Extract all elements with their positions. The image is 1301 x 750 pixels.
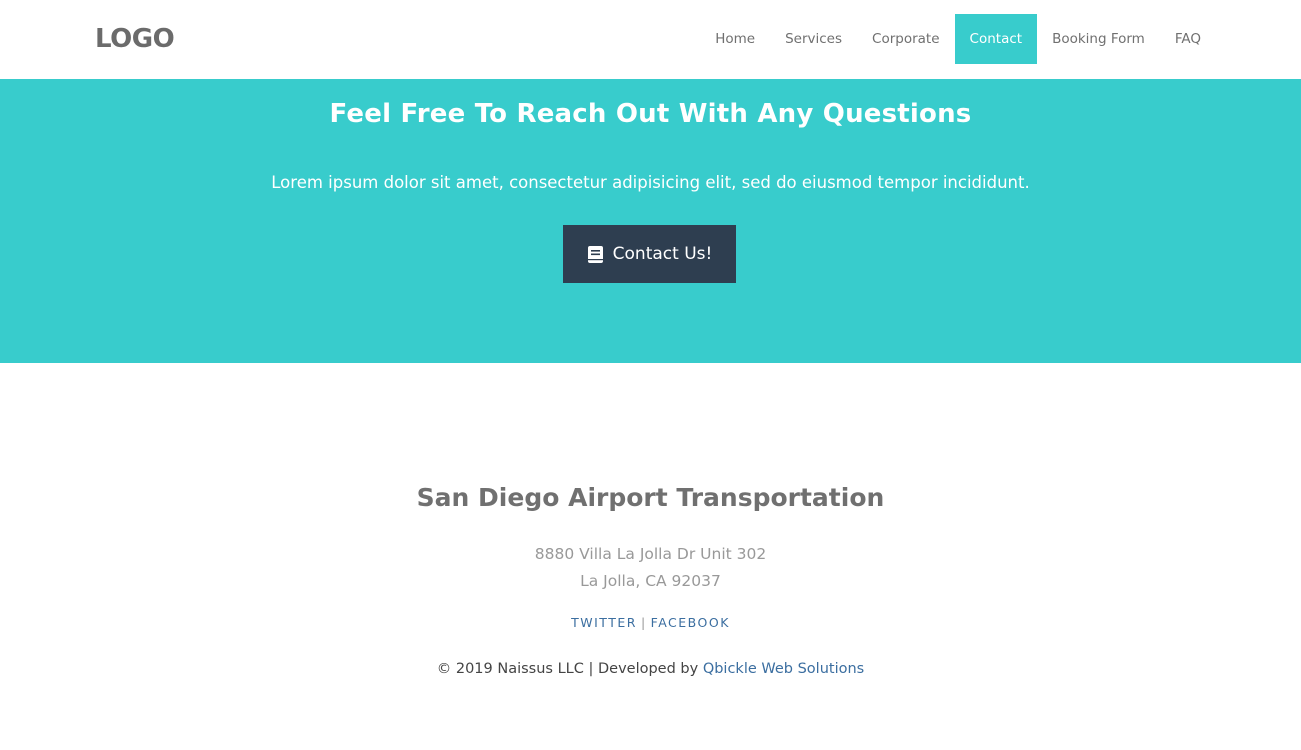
address-line2: La Jolla, CA 92037 bbox=[580, 572, 721, 590]
hero-text: Lorem ipsum dolor sit amet, consectetur … bbox=[271, 173, 1030, 192]
address-line1: 8880 Villa La Jolla Dr Unit 302 bbox=[534, 545, 767, 563]
nav-corporate[interactable]: Corporate bbox=[857, 14, 955, 64]
social-links: TWITTER | FACEBOOK bbox=[0, 615, 1301, 630]
nav-faq[interactable]: FAQ bbox=[1160, 14, 1216, 64]
company-name: San Diego Airport Transportation bbox=[416, 483, 885, 512]
nav-services[interactable]: Services bbox=[770, 14, 857, 64]
facebook-link[interactable]: FACEBOOK bbox=[651, 615, 730, 630]
copyright-text: © 2019 Naissus LLC | Developed by bbox=[436, 661, 703, 677]
developer-link[interactable]: Qbickle Web Solutions bbox=[703, 661, 864, 677]
nav-booking-form[interactable]: Booking Form bbox=[1037, 14, 1160, 64]
main-nav: Home Services Corporate Contact Booking … bbox=[700, 14, 1216, 64]
nav-contact[interactable]: Contact bbox=[954, 14, 1038, 64]
hero-title: Feel Free To Reach Out With Any Question… bbox=[329, 99, 972, 129]
nav-home[interactable]: Home bbox=[700, 14, 770, 64]
logo[interactable]: LOGO bbox=[95, 22, 175, 56]
contact-us-label: Contact Us! bbox=[612, 244, 713, 264]
hero-section: Feel Free To Reach Out With Any Question… bbox=[0, 79, 1301, 363]
site-footer: San Diego Airport Transportation 8880 Vi… bbox=[0, 363, 1301, 750]
social-separator: | bbox=[640, 615, 647, 630]
site-header: LOGO Home Services Corporate Contact Boo… bbox=[0, 0, 1301, 79]
book-icon bbox=[587, 245, 604, 264]
copyright: © 2019 Naissus LLC | Developed by Qbickl… bbox=[0, 661, 1301, 677]
twitter-link[interactable]: TWITTER bbox=[571, 615, 637, 630]
contact-us-button[interactable]: Contact Us! bbox=[563, 225, 736, 283]
